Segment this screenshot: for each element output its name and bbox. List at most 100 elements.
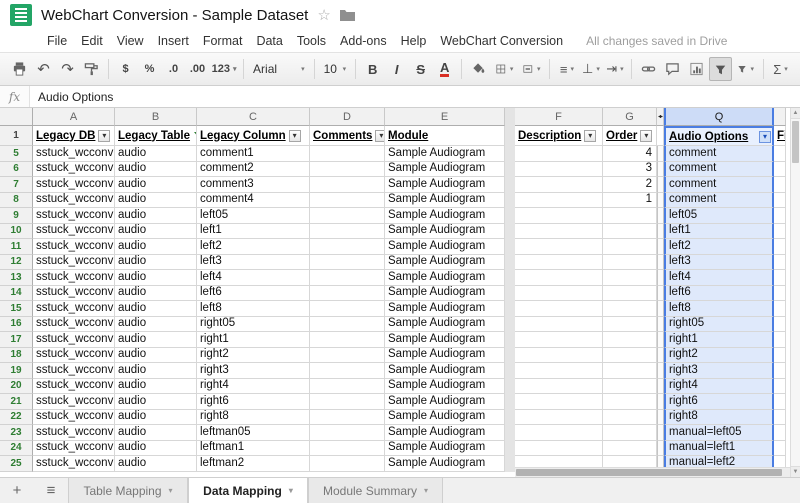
cell[interactable] — [310, 270, 385, 286]
row-number[interactable]: 17 — [0, 332, 33, 348]
cell[interactable]: audio — [115, 239, 197, 255]
cell[interactable] — [515, 363, 603, 379]
cell[interactable] — [310, 379, 385, 395]
cell[interactable]: Sample Audiogram — [385, 332, 505, 348]
cell[interactable] — [310, 255, 385, 271]
cell[interactable] — [603, 332, 657, 348]
row-number[interactable]: 19 — [0, 363, 33, 379]
formula-input[interactable]: Audio Options — [30, 86, 800, 107]
cell[interactable] — [774, 224, 786, 240]
cell[interactable] — [603, 255, 657, 271]
print-button[interactable] — [8, 57, 31, 81]
cell[interactable]: 2 — [603, 177, 657, 193]
menu-data[interactable]: Data — [249, 34, 289, 48]
vertical-align-button[interactable]: ⊥▾ — [579, 57, 602, 81]
cell[interactable]: audio — [115, 255, 197, 271]
row-number[interactable]: 11 — [0, 239, 33, 255]
insert-comment-button[interactable] — [661, 57, 684, 81]
tab-data-mapping[interactable]: Data Mapping ▾ — [188, 478, 308, 503]
bold-button[interactable]: B — [361, 57, 384, 81]
all-sheets-button[interactable]: ≡ — [34, 478, 68, 503]
cell[interactable] — [515, 410, 603, 426]
cell[interactable]: Sample Audiogram — [385, 301, 505, 317]
cell[interactable] — [603, 394, 657, 410]
cell[interactable]: audio — [115, 286, 197, 302]
header-filter-dropdown[interactable]: ▾ — [759, 131, 771, 143]
cell[interactable]: right6 — [664, 394, 774, 410]
cell[interactable]: sstuck_wcconv — [33, 224, 115, 240]
cell[interactable]: audio — [115, 394, 197, 410]
format-percent-button[interactable]: % — [138, 57, 161, 81]
menu-edit[interactable]: Edit — [74, 34, 110, 48]
column-header-cell[interactable]: Order▾ — [603, 126, 657, 146]
cell[interactable]: right6 — [197, 394, 310, 410]
cell[interactable]: Sample Audiogram — [385, 224, 505, 240]
row-number[interactable]: 10 — [0, 224, 33, 240]
document-title[interactable]: WebChart Conversion - Sample Dataset — [41, 7, 308, 24]
select-all-corner[interactable] — [0, 108, 33, 126]
cell[interactable]: audio — [115, 270, 197, 286]
cell[interactable] — [310, 224, 385, 240]
cell[interactable] — [774, 348, 786, 364]
cell[interactable]: Sample Audiogram — [385, 208, 505, 224]
cell[interactable]: audio — [115, 208, 197, 224]
cell[interactable]: Sample Audiogram — [385, 425, 505, 441]
cell[interactable]: right3 — [197, 363, 310, 379]
row-number[interactable]: 14 — [0, 286, 33, 302]
cell[interactable]: right4 — [197, 379, 310, 395]
cell[interactable]: Sample Audiogram — [385, 441, 505, 457]
cell[interactable]: left6 — [664, 286, 774, 302]
cell[interactable] — [310, 146, 385, 162]
cell[interactable] — [774, 177, 786, 193]
cell[interactable] — [515, 162, 603, 178]
text-wrap-button[interactable]: ⇥▾ — [603, 57, 626, 81]
horizontal-align-button[interactable]: ≡▾ — [555, 57, 578, 81]
undo-button[interactable]: ↶ — [32, 57, 55, 81]
row-number[interactable]: 20 — [0, 379, 33, 395]
cell[interactable] — [515, 425, 603, 441]
menu-insert[interactable]: Insert — [151, 34, 196, 48]
borders-button[interactable]: ▾ — [491, 57, 517, 81]
filter-button[interactable] — [709, 57, 732, 81]
column-header-cell[interactable]: Legacy Column▾ — [197, 126, 310, 146]
cell[interactable] — [603, 363, 657, 379]
menu-tools[interactable]: Tools — [290, 34, 333, 48]
cell[interactable]: Sample Audiogram — [385, 363, 505, 379]
cell[interactable]: sstuck_wcconv — [33, 286, 115, 302]
cell[interactable]: sstuck_wcconv — [33, 301, 115, 317]
cell[interactable] — [515, 239, 603, 255]
column-letter-Q[interactable]: Q — [664, 108, 774, 126]
cell[interactable] — [603, 239, 657, 255]
cell[interactable] — [774, 317, 786, 333]
cell[interactable] — [515, 255, 603, 271]
cell[interactable] — [603, 379, 657, 395]
cell[interactable]: right1 — [197, 332, 310, 348]
column-letter-G[interactable]: G — [603, 108, 657, 126]
row-number[interactable]: 12 — [0, 255, 33, 271]
cell[interactable]: left8 — [197, 301, 310, 317]
row-number[interactable]: 16 — [0, 317, 33, 333]
cell[interactable] — [603, 224, 657, 240]
cell[interactable]: right2 — [664, 348, 774, 364]
menu-help[interactable]: Help — [394, 34, 434, 48]
cell[interactable]: comment4 — [197, 193, 310, 209]
filter-views-button[interactable]: ▾ — [733, 57, 758, 81]
cell[interactable] — [310, 348, 385, 364]
row-number[interactable]: 8 — [0, 193, 33, 209]
cell[interactable]: audio — [115, 332, 197, 348]
row-number[interactable]: 21 — [0, 394, 33, 410]
scroll-down-icon[interactable]: ▼ — [791, 466, 800, 477]
cell[interactable]: sstuck_wcconv — [33, 410, 115, 426]
cell[interactable]: Sample Audiogram — [385, 348, 505, 364]
row-number[interactable]: 6 — [0, 162, 33, 178]
cell[interactable] — [310, 193, 385, 209]
cell[interactable] — [515, 208, 603, 224]
column-header-cell[interactable]: Module — [385, 126, 505, 146]
cell[interactable]: Sample Audiogram — [385, 255, 505, 271]
cell[interactable]: audio — [115, 410, 197, 426]
cell[interactable] — [515, 348, 603, 364]
functions-button[interactable]: Σ▾ — [769, 57, 792, 81]
cell[interactable] — [310, 286, 385, 302]
cell[interactable]: right4 — [664, 379, 774, 395]
cell[interactable] — [515, 224, 603, 240]
